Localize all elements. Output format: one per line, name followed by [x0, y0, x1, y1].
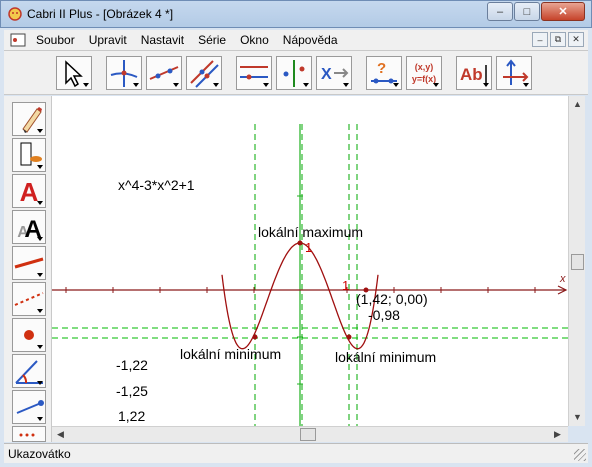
menu-soubor[interactable]: Soubor — [36, 33, 75, 47]
grid-tool[interactable] — [12, 426, 46, 442]
vertical-scrollbar[interactable]: ▲ ▼ — [568, 96, 585, 426]
menu-upravit[interactable]: Upravit — [89, 33, 127, 47]
grid-icon — [19, 433, 35, 437]
local-max-label[interactable]: lokální maximum — [258, 224, 363, 240]
lines-tool[interactable] — [146, 56, 182, 90]
point-style-tool[interactable] — [12, 318, 46, 352]
document-icon[interactable] — [10, 33, 26, 47]
constructions-tool[interactable] — [236, 56, 272, 90]
left-toolbar: A AA — [4, 96, 52, 442]
equation-label[interactable]: x^4-3*x^2+1 — [118, 177, 195, 193]
status-text: Ukazovátko — [8, 447, 71, 461]
pointer-tool[interactable] — [56, 56, 92, 90]
doc-minimize-button[interactable]: – — [532, 32, 548, 47]
modify-appearance-tool[interactable] — [12, 138, 46, 172]
main-toolbar: X ? (x,y) y=f(x) Ab — [4, 51, 588, 95]
doc-close-button[interactable]: ✕ — [568, 32, 584, 47]
minimize-button[interactable]: – — [487, 2, 513, 21]
points-tool[interactable] — [106, 56, 142, 90]
display-tool[interactable]: Ab — [456, 56, 492, 90]
color-text-tool[interactable]: A — [12, 174, 46, 208]
horizontal-scroll-thumb[interactable] — [300, 428, 316, 441]
svg-text:Ab: Ab — [460, 65, 483, 84]
local-max-point — [297, 240, 303, 246]
window-controls: – □ ✕ — [486, 2, 585, 21]
maximize-button[interactable]: □ — [514, 2, 540, 21]
scroll-left-icon[interactable]: ◀ — [57, 429, 64, 440]
macro-tool[interactable]: X — [316, 56, 352, 90]
check-property-tool[interactable]: ? — [366, 56, 402, 90]
svg-text:X: X — [321, 66, 332, 83]
local-min-right-point — [346, 334, 352, 340]
value-label-2[interactable]: -1,25 — [116, 383, 148, 399]
local-min-right-label[interactable]: lokální minimum — [335, 349, 436, 365]
menu-serie[interactable]: Série — [198, 33, 226, 47]
measure-tool[interactable]: (x,y) y=f(x) — [406, 56, 442, 90]
thickness-tool[interactable] — [12, 246, 46, 280]
local-min-left-label[interactable]: lokální minimum — [180, 346, 281, 362]
graph-svg: x — [52, 124, 568, 426]
scroll-right-icon[interactable]: ▶ — [554, 429, 561, 440]
status-bar: Ukazovátko — [4, 443, 588, 463]
scroll-up-icon[interactable]: ▲ — [573, 99, 582, 109]
axis-marker-label: 1 — [342, 278, 350, 293]
min-value-label[interactable]: -0,98 — [368, 307, 400, 323]
svg-text:A: A — [20, 177, 39, 207]
pencil-tool[interactable] — [12, 102, 46, 136]
close-button[interactable]: ✕ — [541, 2, 585, 21]
x-axis-label: x — [559, 273, 566, 285]
transformations-tool[interactable] — [276, 56, 312, 90]
local-min-left-point — [252, 334, 258, 340]
doc-restore-button[interactable]: ⧉ — [550, 32, 566, 47]
menu-bar: Soubor Upravit Nastavit Série Okno Nápov… — [4, 30, 588, 51]
title-bar: Cabri II Plus - [Obrázek 4 *] – □ ✕ — [0, 0, 592, 28]
horizontal-scrollbar[interactable]: ◀ ▶ — [52, 426, 568, 442]
svg-text:(x,y): (x,y) — [415, 62, 434, 72]
attributes-tool[interactable] — [496, 56, 532, 90]
root-coordinates-label[interactable]: (1,42; 0,00) — [356, 291, 428, 307]
max-marker-label: 1 — [305, 240, 313, 255]
vertical-scroll-thumb[interactable] — [571, 254, 584, 270]
dotted-line-tool[interactable] — [12, 282, 46, 316]
scroll-down-icon[interactable]: ▼ — [573, 412, 582, 422]
angle-mark-tool[interactable] — [12, 354, 46, 388]
svg-text:?: ? — [377, 60, 386, 77]
vector-tool[interactable] — [12, 390, 46, 424]
window-title: Cabri II Plus - [Obrázek 4 *] — [27, 7, 174, 21]
font-tool[interactable]: AA — [12, 210, 46, 244]
menu-napoveda[interactable]: Nápověda — [283, 33, 338, 47]
drawing-canvas[interactable]: x x^4-3*x^2+1 lokální maximum 1 1 (1,42;… — [52, 96, 568, 426]
resize-grip-icon[interactable] — [574, 449, 586, 461]
curves-tool[interactable] — [186, 56, 222, 90]
menu-okno[interactable]: Okno — [240, 33, 269, 47]
value-label-1[interactable]: -1,22 — [116, 357, 148, 373]
menu-nastavit[interactable]: Nastavit — [141, 33, 184, 47]
value-label-3[interactable]: 1,22 — [118, 408, 145, 424]
cabri-app-icon — [8, 7, 22, 21]
